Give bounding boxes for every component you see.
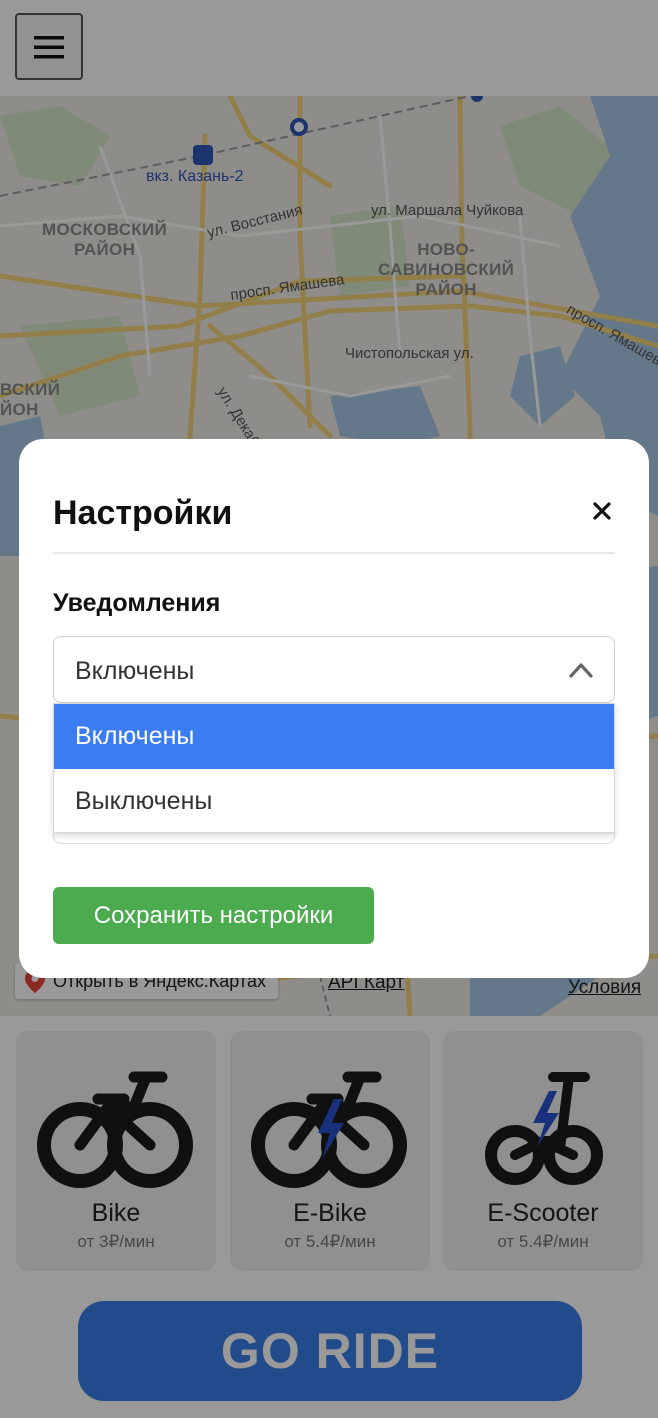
option-disabled[interactable]: Выключены	[54, 769, 614, 834]
notifications-dropdown: Включены Выключены	[53, 703, 615, 833]
close-icon	[593, 502, 611, 520]
settings-modal: Настройки Уведомления Включены Включены …	[19, 439, 649, 978]
notifications-select[interactable]: Включены	[53, 636, 615, 703]
close-button[interactable]	[585, 494, 619, 528]
modal-title: Настройки	[53, 494, 233, 532]
notifications-label: Уведомления	[53, 589, 221, 617]
option-enabled[interactable]: Включены	[54, 704, 614, 769]
modal-divider	[53, 552, 615, 554]
select-value: Включены	[75, 657, 195, 685]
chevron-up-icon	[569, 663, 593, 678]
save-settings-button[interactable]: Сохранить настройки	[53, 887, 374, 944]
